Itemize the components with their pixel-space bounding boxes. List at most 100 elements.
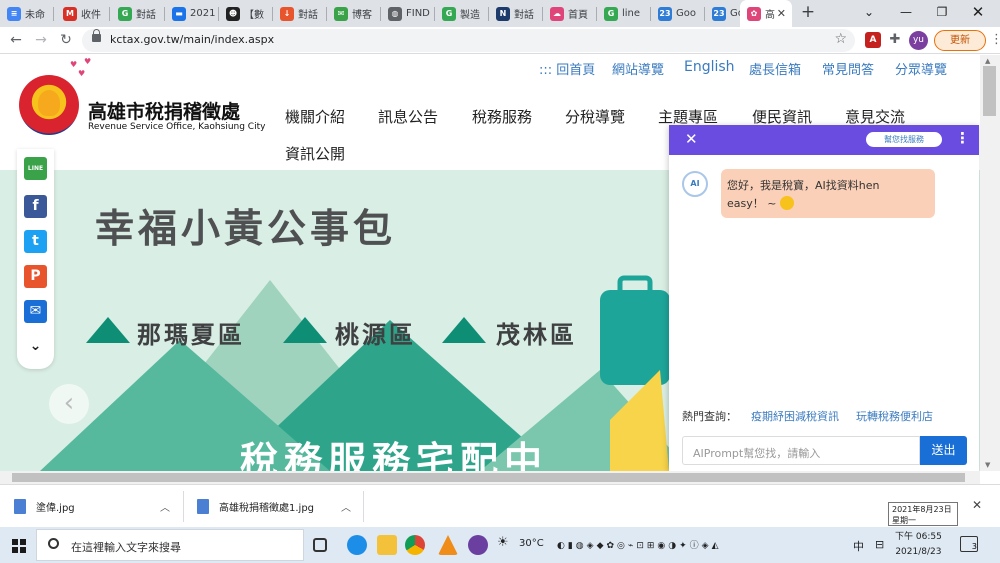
address-bar[interactable]: kctax.gov.tw/main/index.aspx ☆ xyxy=(82,29,855,52)
windows-start-icon[interactable] xyxy=(12,539,26,553)
browser-tab[interactable]: G 對話 xyxy=(111,0,165,27)
notification-center-icon[interactable]: 3 xyxy=(960,536,978,552)
new-tab-button[interactable]: + xyxy=(797,3,819,23)
twitter-share-icon[interactable]: t xyxy=(24,230,47,253)
back-button[interactable]: ← xyxy=(6,30,26,50)
browser-tab[interactable]: G 製造 xyxy=(435,0,489,27)
chevron-up-icon[interactable]: ︿ xyxy=(160,499,170,514)
lock-icon[interactable] xyxy=(92,29,101,42)
task-view-icon[interactable] xyxy=(313,538,327,552)
download-bar-close-icon[interactable]: ✕ xyxy=(972,498,982,512)
bot-message-line1: 您好，我是稅寶，AI找資料hen xyxy=(727,179,880,192)
top-link-home[interactable]: ::: 回首頁 xyxy=(539,59,595,78)
download-item-1[interactable]: 塗偉.jpg ︿ xyxy=(0,485,183,528)
smile-emoji-icon xyxy=(779,196,794,210)
site-name-cn[interactable]: 高雄市稅捐稽徵處 xyxy=(88,97,240,124)
bookmark-star-icon[interactable]: ☆ xyxy=(834,31,847,47)
web-page: ♥ ♥ ♥ 高雄市稅捐稽徵處 Revenue Service Office, K… xyxy=(0,55,980,471)
image-file-icon xyxy=(197,499,209,514)
browser-tab[interactable]: ☁ 首頁 xyxy=(543,0,597,27)
browser-tab[interactable]: ▬ 2021 xyxy=(165,0,219,27)
url-text[interactable]: kctax.gov.tw/main/index.aspx xyxy=(110,33,274,46)
tab-search-icon[interactable]: ⌄ xyxy=(851,0,887,26)
restore-button[interactable]: ❐ xyxy=(924,0,960,26)
hot-query-link-1[interactable]: 疫期紓困減稅資訊 xyxy=(751,408,839,424)
browser-tab[interactable]: ≡ 未命 xyxy=(0,0,54,27)
chat-help-button[interactable]: 幫您找服務 xyxy=(866,132,942,147)
heart-icon: ♥ xyxy=(84,57,92,66)
browser-menu-icon[interactable]: ⋮ xyxy=(990,32,1000,47)
scroll-up-icon[interactable]: ▲ xyxy=(985,57,990,65)
nav-feedback[interactable]: 意見交流 xyxy=(845,106,905,127)
app-icon[interactable] xyxy=(468,535,488,555)
download-item-2[interactable]: 高雄稅捐稽徵處1.jpg ︿ xyxy=(183,485,363,528)
browser-tab[interactable]: ↓ 對話 xyxy=(273,0,327,27)
nav-tax-services[interactable]: 稅務服務 xyxy=(472,106,532,127)
top-link-director-mail[interactable]: 處長信箱 xyxy=(749,59,801,78)
nav-disclosure[interactable]: 資訊公開 xyxy=(285,143,345,164)
chat-send-button[interactable]: 送出 xyxy=(920,436,967,465)
browser-tab[interactable]: Gline xyxy=(597,0,651,27)
browser-tab[interactable]: M 收件 xyxy=(56,0,110,27)
pdf-extension-icon[interactable]: A xyxy=(865,32,881,48)
chrome-icon[interactable] xyxy=(405,535,425,555)
file-explorer-icon[interactable] xyxy=(377,535,397,555)
nav-about[interactable]: 機關介紹 xyxy=(285,106,345,127)
browser-tab[interactable]: ☻ 【數 xyxy=(219,0,273,27)
hot-query-link-2[interactable]: 玩轉稅務便利店 xyxy=(856,408,933,424)
chat-more-icon[interactable]: ⋮ xyxy=(955,129,970,147)
reload-button[interactable]: ↻ xyxy=(56,30,76,50)
ime-mode-icon[interactable]: ⊟ xyxy=(875,538,884,551)
taskbar-search-box[interactable]: 在這裡輸入文字來搜尋 xyxy=(36,529,304,561)
chevron-up-icon[interactable]: ︿ xyxy=(341,499,351,514)
close-window-button[interactable]: ✕ xyxy=(960,0,996,26)
carousel-prev-button[interactable]: ‹ xyxy=(49,384,89,424)
scroll-down-icon[interactable]: ▼ xyxy=(985,461,990,469)
forward-button[interactable]: → xyxy=(31,30,51,50)
edge-icon[interactable] xyxy=(347,535,367,555)
tab-favicon-icon: 23 xyxy=(658,6,672,21)
hot-queries-label: 熱門查詢： xyxy=(682,410,737,423)
collapse-chevron-icon[interactable]: ⌄ xyxy=(24,335,47,358)
email-share-icon[interactable]: ✉ xyxy=(24,300,47,323)
nav-news[interactable]: 訊息公告 xyxy=(378,106,438,127)
tab-favicon-icon: G xyxy=(442,6,456,21)
line-share-icon[interactable]: LINE xyxy=(24,157,47,180)
weather-icon[interactable]: ☀ xyxy=(497,535,509,550)
chat-close-icon[interactable]: ✕ xyxy=(685,130,698,148)
download-filename-2: 高雄稅捐稽徵處1.jpg xyxy=(219,503,315,514)
search-icon xyxy=(48,538,59,549)
facebook-share-icon[interactable]: f xyxy=(24,195,47,218)
browser-tab[interactable]: ◍ FIND xyxy=(381,0,435,27)
chat-header: ✕ 幫您找服務 ⋮ xyxy=(669,125,979,155)
minimize-button[interactable]: — xyxy=(888,0,924,26)
nav-tax-guide[interactable]: 分稅導覽 xyxy=(565,106,625,127)
horizontal-scroll-thumb[interactable] xyxy=(12,473,965,482)
ime-indicator[interactable]: 中 xyxy=(853,538,864,554)
vertical-scrollbar[interactable] xyxy=(980,55,1000,471)
tab-label: 收件 xyxy=(81,10,101,21)
taskbar-clock[interactable]: 下午 06:55 2021/8/23 xyxy=(895,530,942,560)
browser-tab[interactable]: ✿ 高 ✕ xyxy=(740,0,792,27)
vlc-icon[interactable] xyxy=(438,535,458,555)
tab-favicon-icon: ☻ xyxy=(226,6,240,21)
close-tab-icon[interactable]: ✕ xyxy=(777,7,786,20)
chat-input[interactable]: AIPrompt幫您找，請輸入 xyxy=(682,436,920,465)
top-link-sitemap[interactable]: 網站導覽 xyxy=(612,59,664,78)
top-link-audience[interactable]: 分眾導覽 xyxy=(895,59,947,78)
system-tray-icons[interactable]: ◐▮◍◈◆✿◎⌁⊡⊞◉◑✦ⓘ◈◭ xyxy=(557,538,722,551)
plurk-share-icon[interactable]: P xyxy=(24,265,47,288)
update-button[interactable]: 更新 xyxy=(934,30,986,51)
top-link-faq[interactable]: 常見問答 xyxy=(822,59,874,78)
browser-tab[interactable]: N 對話 xyxy=(489,0,543,27)
banner-district-2: 桃源區 xyxy=(335,321,416,349)
top-link-english[interactable]: English xyxy=(684,59,735,75)
nav-public-info[interactable]: 便民資訊 xyxy=(752,106,812,127)
extensions-puzzle-icon[interactable]: ✚ xyxy=(887,32,903,48)
vertical-scroll-thumb[interactable] xyxy=(983,66,996,116)
nav-topics[interactable]: 主題專區 xyxy=(658,106,718,127)
avatar[interactable]: yu xyxy=(909,31,928,50)
weather-temperature[interactable]: 30°C xyxy=(519,538,544,549)
browser-tab[interactable]: ✉ 博客 xyxy=(327,0,381,27)
browser-tab[interactable]: 23 Goo xyxy=(651,0,705,27)
